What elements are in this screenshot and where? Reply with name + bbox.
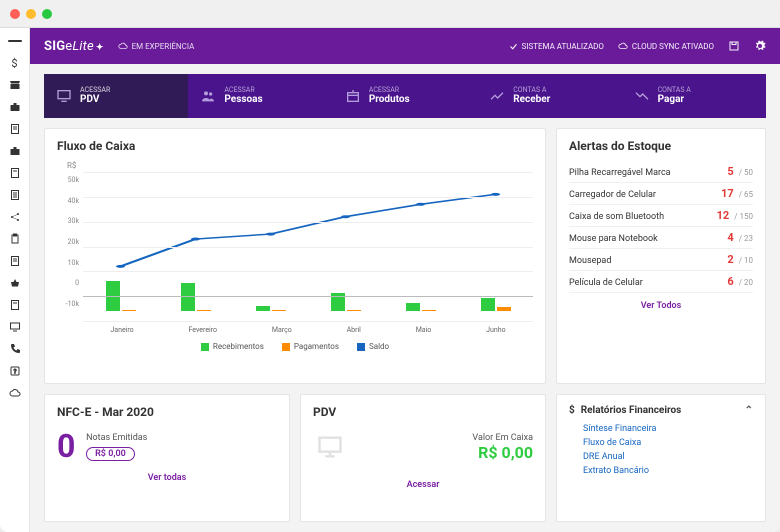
chart-ylabel: R$ bbox=[67, 161, 533, 170]
legend-pagamentos: Pagamentos bbox=[294, 342, 339, 351]
alerts-see-all-link[interactable]: Ver Todos bbox=[569, 293, 753, 311]
box-icon bbox=[345, 88, 361, 104]
logo-post: Lite bbox=[72, 39, 93, 54]
chart-plot: 50k40k30k20k10k0-10k bbox=[57, 172, 533, 322]
minimize-window-button[interactable] bbox=[26, 9, 36, 19]
nfce-sub: Notas Emitidas bbox=[86, 433, 147, 443]
sidebar-doc3-icon[interactable] bbox=[8, 188, 22, 202]
sidebar-monitor-icon[interactable] bbox=[8, 320, 22, 334]
chevron-up-icon[interactable]: ⌃ bbox=[745, 405, 753, 416]
window-titlebar bbox=[0, 0, 780, 28]
stock-alerts-card: Alertas do Estoque Pilha Recarregável Ma… bbox=[556, 128, 766, 384]
sidebar-home-icon[interactable] bbox=[8, 34, 22, 48]
nfce-card: NFC-E - Mar 2020 0 Notas Emitidas R$ 0,0… bbox=[44, 394, 290, 523]
pdv-value: R$ 0,00 bbox=[472, 443, 533, 462]
quick-access-label: ACESSAR bbox=[224, 87, 262, 95]
quick-pagar[interactable]: CONTAS APagar bbox=[622, 74, 766, 118]
quick-contas-label: CONTAS A bbox=[658, 87, 691, 95]
chart-title: Fluxo de Caixa bbox=[57, 139, 533, 153]
sidebar-doc1-icon[interactable] bbox=[8, 122, 22, 136]
sidebar-share-icon[interactable] bbox=[8, 210, 22, 224]
cloud-icon bbox=[618, 41, 628, 51]
sidebar-briefcase2-icon[interactable] bbox=[8, 144, 22, 158]
quick-receber-label: Receber bbox=[513, 94, 550, 105]
people-icon bbox=[200, 88, 216, 104]
experience-chip: EM EXPERIÊNCIA bbox=[118, 41, 195, 51]
nfce-badge: R$ 0,00 bbox=[86, 447, 135, 461]
sidebar-doc4-icon[interactable] bbox=[8, 254, 22, 268]
svg-text:?: ? bbox=[13, 369, 16, 376]
cloud-icon bbox=[118, 41, 128, 51]
quick-access-bar: ACESSARPDV ACESSARPessoas ACESSARProduto… bbox=[44, 74, 766, 118]
sidebar-doc5-icon[interactable] bbox=[8, 298, 22, 312]
nfce-title: NFC-E - Mar 2020 bbox=[57, 405, 277, 419]
quick-produtos-label: Produtos bbox=[369, 94, 410, 105]
cash-flow-chart-card: Fluxo de Caixa R$ 50k40k30k20k10k0-10k J… bbox=[44, 128, 546, 384]
quick-pessoas-label: Pessoas bbox=[224, 94, 262, 105]
alert-row[interactable]: Mousepad2 / 10 bbox=[569, 249, 753, 271]
pdv-card: PDV Valor Em Caixa R$ 0,00 Acessar bbox=[300, 394, 546, 523]
sidebar-nav: $ ? bbox=[0, 28, 30, 532]
sidebar-doc2-icon[interactable] bbox=[8, 166, 22, 180]
report-link[interactable]: DRE Anual bbox=[569, 450, 753, 464]
pdv-title: PDV bbox=[313, 405, 533, 419]
quick-access-label: ACESSAR bbox=[369, 87, 410, 95]
trend-down-icon bbox=[634, 88, 650, 104]
sidebar-dollar-icon[interactable]: $ bbox=[8, 56, 22, 70]
dollar-icon: $ bbox=[569, 405, 575, 416]
report-link[interactable]: Síntese Financeira bbox=[569, 422, 753, 436]
check-icon bbox=[509, 42, 518, 51]
maximize-window-button[interactable] bbox=[42, 9, 52, 19]
close-window-button[interactable] bbox=[10, 9, 20, 19]
gear-icon[interactable] bbox=[754, 40, 766, 52]
legend-recebimentos: Recebimentos bbox=[213, 342, 264, 351]
alert-row[interactable]: Mouse para Notebook4 / 23 bbox=[569, 227, 753, 249]
sidebar-cloud-icon[interactable] bbox=[8, 386, 22, 400]
financial-reports-card: $ Relatórios Financeiros ⌃ Síntese Finan… bbox=[556, 394, 766, 523]
quick-receber[interactable]: CONTAS AReceber bbox=[477, 74, 621, 118]
system-updated-status: SISTEMA ATUALIZADO bbox=[509, 42, 604, 51]
quick-pdv-label: PDV bbox=[80, 94, 110, 105]
alert-row[interactable]: Pilha Recarregável Marca5 / 50 bbox=[569, 161, 753, 183]
trend-up-icon bbox=[489, 88, 505, 104]
quick-access-label: ACESSAR bbox=[80, 87, 110, 95]
chart-legend: Recebimentos Pagamentos Saldo bbox=[57, 334, 533, 351]
topbar: SIGeLite✦ EM EXPERIÊNCIA SISTEMA ATUALIZ… bbox=[30, 28, 780, 64]
nfce-see-all-link[interactable]: Ver todas bbox=[57, 465, 277, 483]
quick-pessoas[interactable]: ACESSARPessoas bbox=[188, 74, 332, 118]
quick-contas-label: CONTAS A bbox=[513, 87, 550, 95]
sidebar-briefcase-icon[interactable] bbox=[8, 100, 22, 114]
quick-produtos[interactable]: ACESSARProdutos bbox=[333, 74, 477, 118]
sidebar-basket-icon[interactable] bbox=[8, 276, 22, 290]
cloud-sync-status: CLOUD SYNC ATIVADO bbox=[618, 41, 714, 51]
alert-row[interactable]: Carregador de Celular17 / 65 bbox=[569, 183, 753, 205]
quick-pdv[interactable]: ACESSARPDV bbox=[44, 74, 188, 118]
pdv-label: Valor Em Caixa bbox=[472, 433, 533, 443]
reports-title: Relatórios Financeiros bbox=[581, 405, 682, 416]
nfce-count: 0 bbox=[57, 427, 75, 465]
report-link[interactable]: Fluxo de Caixa bbox=[569, 436, 753, 450]
alerts-title: Alertas do Estoque bbox=[569, 139, 753, 153]
sidebar-phone-icon[interactable] bbox=[8, 342, 22, 356]
pdv-access-link[interactable]: Acessar bbox=[313, 472, 533, 490]
monitor-icon bbox=[313, 433, 347, 461]
status-cloud-label: CLOUD SYNC ATIVADO bbox=[632, 42, 714, 51]
sidebar-help-icon[interactable]: ? bbox=[8, 364, 22, 378]
monitor-icon bbox=[56, 88, 72, 104]
legend-saldo: Saldo bbox=[369, 342, 389, 351]
alert-row[interactable]: Película de Celular6 / 20 bbox=[569, 271, 753, 293]
sidebar-store-icon[interactable] bbox=[8, 78, 22, 92]
experience-label: EM EXPERIÊNCIA bbox=[132, 42, 195, 51]
report-link[interactable]: Extrato Bancário bbox=[569, 464, 753, 478]
logo: SIGeLite✦ bbox=[44, 39, 104, 54]
logo-pre: SIG bbox=[44, 39, 65, 54]
save-icon[interactable] bbox=[728, 40, 740, 52]
status-updated-label: SISTEMA ATUALIZADO bbox=[522, 42, 604, 51]
sidebar-clipboard-icon[interactable] bbox=[8, 232, 22, 246]
alert-row[interactable]: Caixa de som Bluetooth12 / 150 bbox=[569, 205, 753, 227]
quick-pagar-label: Pagar bbox=[658, 94, 691, 105]
